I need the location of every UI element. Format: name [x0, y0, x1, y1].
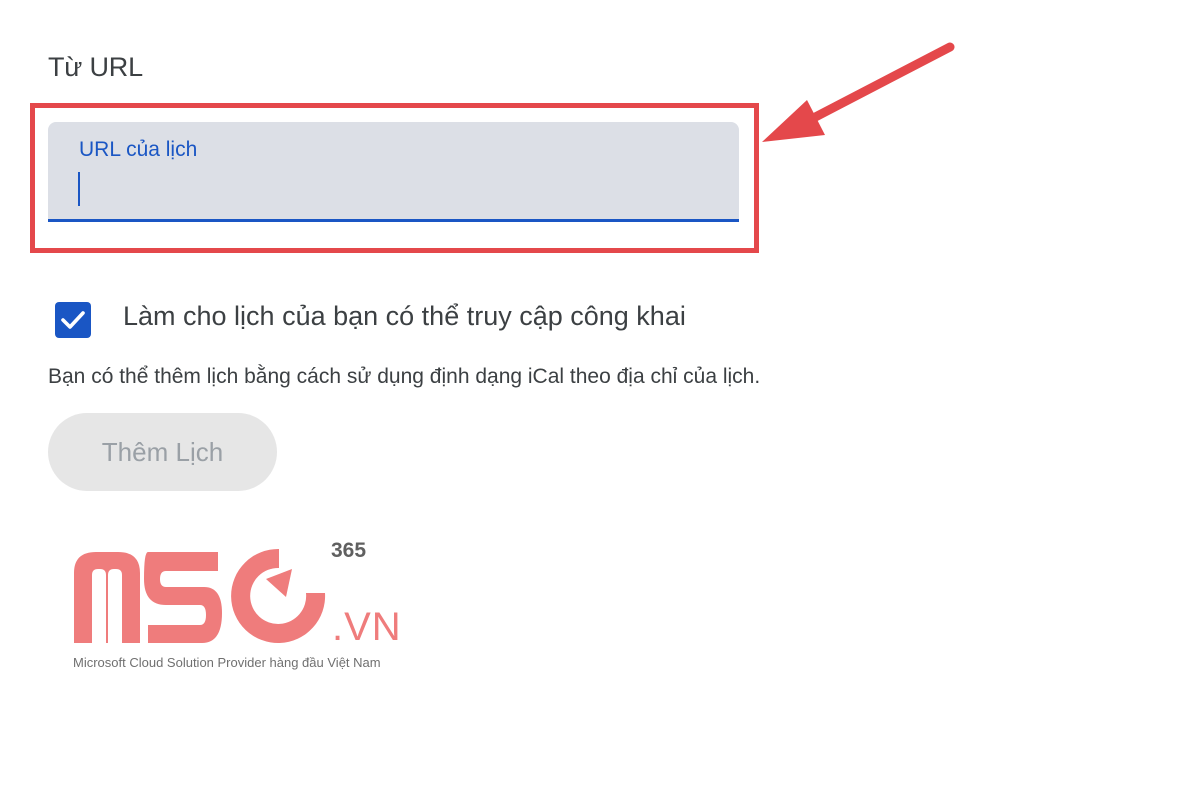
logo-domain: .VN: [332, 605, 402, 649]
logo-superscript: 365: [331, 539, 367, 562]
add-calendar-button[interactable]: Thêm Lịch: [48, 413, 277, 491]
public-access-label[interactable]: Làm cho lịch của bạn có thể truy cập côn…: [123, 301, 686, 332]
logo-letter-s: [144, 552, 222, 643]
logo-arrow-icon: [266, 569, 292, 597]
url-input[interactable]: [78, 170, 708, 208]
arrow-pointer-icon: [762, 42, 955, 142]
public-access-checkbox[interactable]: [55, 302, 91, 338]
url-field-label: URL của lịch: [79, 138, 198, 161]
text-caret: [78, 172, 80, 206]
logo-letter-o: [231, 548, 326, 643]
mso-watermark-logo: 365 .VN Microsoft Cloud Solution Provide…: [70, 535, 430, 680]
logo-tagline: Microsoft Cloud Solution Provider hàng đ…: [73, 655, 381, 670]
helper-text: Bạn có thể thêm lịch bằng cách sử dụng đ…: [48, 365, 761, 388]
logo-letter-m: [74, 552, 140, 643]
mso-logo-mark: [74, 548, 326, 643]
checkmark-icon: [61, 311, 85, 329]
section-title: Từ URL: [48, 52, 143, 82]
url-field[interactable]: URL của lịch: [48, 122, 739, 222]
